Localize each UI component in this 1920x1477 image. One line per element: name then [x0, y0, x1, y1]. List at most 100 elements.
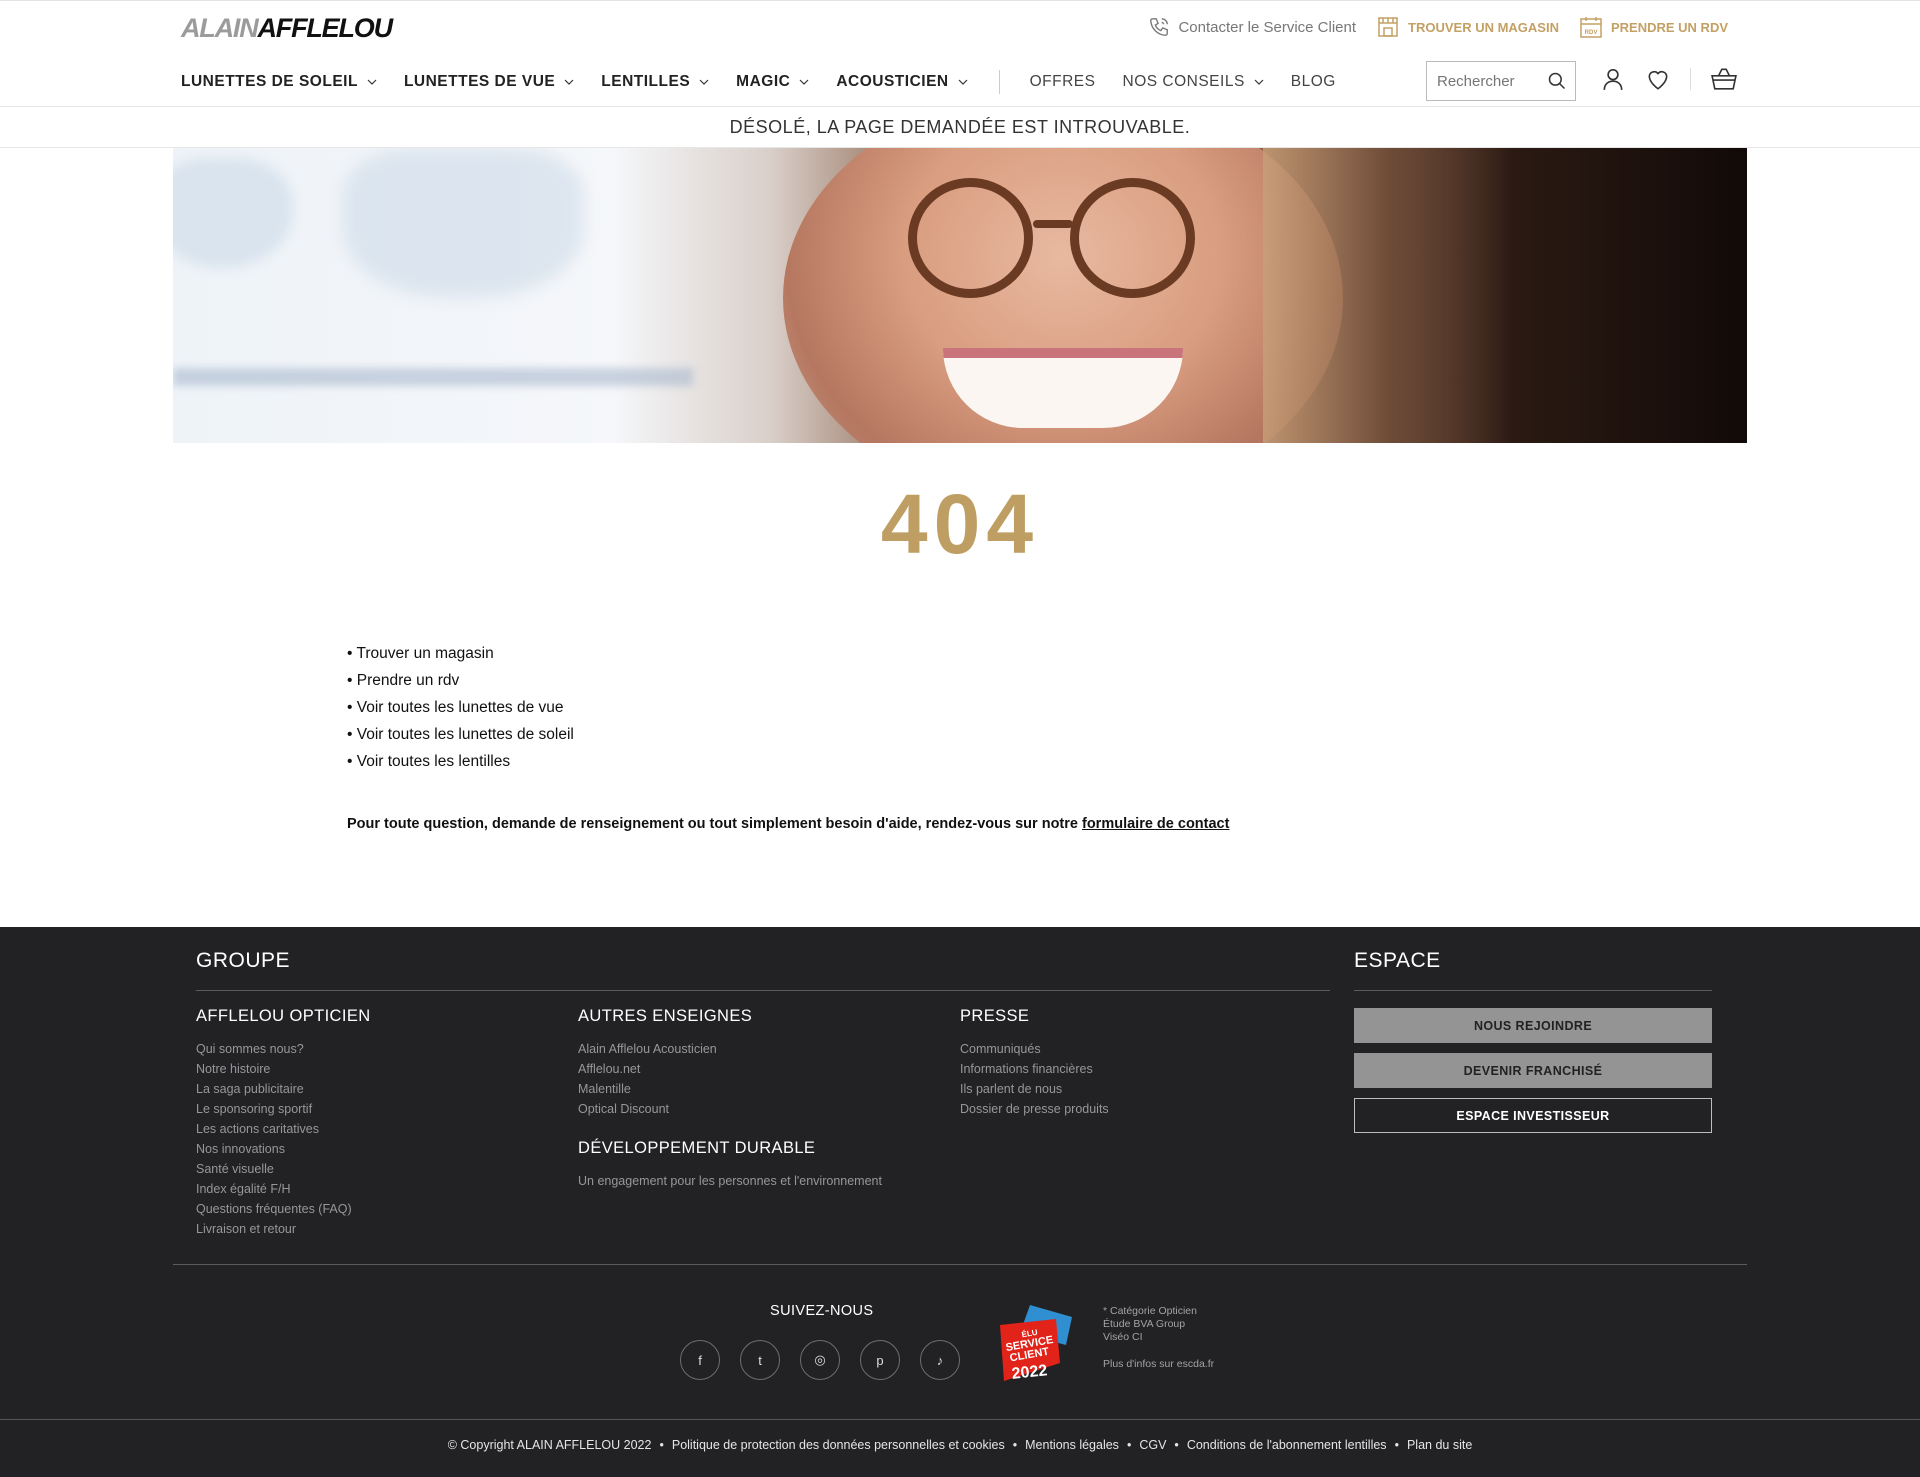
footer-link[interactable]: La saga publicitaire [196, 1079, 352, 1099]
quick-link-find-store[interactable]: • Trouver un magasin [347, 640, 574, 667]
footer-bottom-divider [0, 1419, 1920, 1420]
nav-item-lunettes-de-vue[interactable]: LUNETTES DE VUE [404, 73, 574, 91]
find-store-link[interactable]: TROUVER UN MAGASIN [1376, 15, 1559, 39]
footer-col-developpement-durable-links: Un engagement pour les personnes et l'en… [578, 1171, 882, 1191]
separator-dot: • [1394, 1438, 1399, 1452]
nav-item-label: BLOG [1290, 73, 1336, 90]
alain-afflelou-logo[interactable]: ALAIN AFFLELOU [181, 13, 394, 43]
quick-link-lunettes-vue[interactable]: • Voir toutes les lunettes de vue [347, 694, 574, 721]
error-message-banner: DÉSOLÉ, LA PAGE DEMANDÉE EST INTROUVABLE… [0, 107, 1920, 148]
footer-link[interactable]: Santé visuelle [196, 1159, 352, 1179]
footer-link[interactable]: Optical Discount [578, 1099, 717, 1119]
facebook-icon[interactable]: f [680, 1340, 720, 1380]
footer-link[interactable]: Afflelou.net [578, 1059, 717, 1079]
footer-col-autres-enseignes-title: AUTRES ENSEIGNES [578, 1007, 753, 1025]
search-input[interactable] [1437, 72, 1537, 90]
nav-menu: LUNETTES DE SOLEIL LUNETTES DE VUE LENTI… [181, 70, 1363, 94]
footer-link[interactable]: Nos innovations [196, 1139, 352, 1159]
help-text-body: Pour toute question, demande de renseign… [347, 816, 1082, 832]
privacy-policy-link[interactable]: Politique de protection des données pers… [672, 1438, 1005, 1452]
legal-links-bar: © Copyright ALAIN AFFLELOU 2022 • Politiqu… [0, 1438, 1920, 1452]
search-icon[interactable] [1547, 71, 1567, 91]
contact-form-link[interactable]: formulaire de contact [1082, 816, 1229, 832]
nav-divider [998, 70, 1000, 94]
book-appointment-label: PRENDRE UN RDV [1610, 19, 1728, 35]
nav-item-lunettes-de-soleil[interactable]: LUNETTES DE SOLEIL [181, 73, 377, 91]
contact-label: Contacter le Service Client [1178, 18, 1357, 36]
rdv-icon-text: RDV [1585, 30, 1598, 36]
separator-dot: • [659, 1438, 664, 1452]
top-bar: ALAIN AFFLELOU Contacter le Service Clien… [0, 0, 1920, 55]
nav-item-nos-conseils[interactable]: NOS CONSEILS [1123, 73, 1264, 91]
footer-link[interactable]: Dossier de presse produits [960, 1099, 1109, 1119]
social-links: f t ◎ p ♪ [680, 1340, 960, 1380]
footer-link[interactable]: Les actions caritatives [196, 1119, 352, 1139]
nav-item-label: LUNETTES DE VUE [403, 73, 556, 90]
footer-link[interactable]: Le sponsoring sportif [196, 1099, 352, 1119]
footer-link[interactable]: Un engagement pour les personnes et l'en… [578, 1171, 882, 1191]
nous-rejoindre-button[interactable]: NOUS REJOINDRE [1354, 1008, 1712, 1043]
footer-link[interactable]: Ils parlent de nous [960, 1079, 1109, 1099]
nav-icons [1600, 66, 1739, 92]
separator-dot: • [1126, 1438, 1132, 1452]
footer-link[interactable]: Informations financières [960, 1059, 1109, 1079]
footer-link[interactable]: Questions fréquentes (FAQ) [196, 1199, 352, 1219]
chevron-down-icon [367, 79, 377, 85]
footer-groupe-title: GROUPE [196, 949, 291, 972]
phone-icon [1150, 18, 1169, 36]
nav-item-label: NOS CONSEILS [1122, 73, 1245, 90]
footer-link[interactable]: Malentille [578, 1079, 717, 1099]
hero-blur-lens-right [343, 148, 583, 298]
footer-link[interactable]: Index égalité F/H [196, 1179, 352, 1199]
logo-text-light: ALAIN [181, 13, 259, 43]
footer-link[interactable]: Qui sommes nous? [196, 1039, 352, 1059]
nav-item-blog[interactable]: BLOG [1291, 73, 1336, 91]
footer-link[interactable]: Alain Afflelou Acousticien [578, 1039, 717, 1059]
footer-link[interactable]: Communiqués [960, 1039, 1109, 1059]
hero-image-woman-glasses [173, 148, 1747, 443]
instagram-icon[interactable]: ◎ [800, 1340, 840, 1380]
nav-item-magic[interactable]: MAGIC [736, 73, 809, 91]
nav-item-offres[interactable]: OFFRES [1030, 73, 1096, 91]
help-text: Pour toute question, demande de renseign… [347, 816, 1229, 832]
logo-text-dark: AFFLELOU [257, 13, 394, 43]
top-links: Contacter le Service Client TROUVER UN M… [1148, 15, 1728, 39]
quick-link-lunettes-soleil[interactable]: • Voir toutes les lunettes de soleil [347, 721, 574, 748]
sitemap-link[interactable]: Plan du site [1407, 1438, 1472, 1452]
tiktok-icon[interactable]: ♪ [920, 1340, 960, 1380]
award-note: * Catégorie Opticien Étude BVA Group Vis… [1103, 1305, 1214, 1371]
nav-item-label: MAGIC [736, 73, 791, 90]
search-box [1426, 61, 1576, 101]
wishlist-heart-icon[interactable] [1644, 66, 1672, 92]
chevron-down-icon [1254, 79, 1264, 85]
lens-subscription-terms-link[interactable]: Conditions de l'abonnement lentilles [1187, 1438, 1387, 1452]
nav-item-label: LENTILLES [601, 73, 691, 90]
espace-investisseur-button[interactable]: ESPACE INVESTISSEUR [1354, 1098, 1712, 1133]
footer-col-autres-enseignes-links: Alain Afflelou Acousticien Afflelou.net … [578, 1039, 717, 1119]
contact-service-client-link[interactable]: Contacter le Service Client [1148, 16, 1356, 38]
account-icon[interactable] [1600, 66, 1626, 92]
quick-link-lentilles[interactable]: • Voir toutes les lentilles [347, 748, 574, 775]
footer-link[interactable]: Notre histoire [196, 1059, 352, 1079]
nav-item-lentilles[interactable]: LENTILLES [601, 73, 709, 91]
chevron-down-icon [699, 79, 709, 85]
award-more-info-link[interactable]: Plus d'infos sur escda.fr [1103, 1358, 1214, 1371]
hero-glasses-bridge [1033, 220, 1073, 228]
book-appointment-link[interactable]: RDV PRENDRE UN RDV [1579, 15, 1728, 39]
twitter-icon[interactable]: t [740, 1340, 780, 1380]
award-note-line: * Catégorie Opticien [1103, 1305, 1197, 1317]
devenir-franchise-button[interactable]: DEVENIR FRANCHISÉ [1354, 1053, 1712, 1088]
footer-col-afflelou-opticien-title: AFFLELOU OPTICIEN [196, 1007, 371, 1025]
hero-glasses-right-lens [1070, 178, 1195, 298]
quick-link-book-rdv[interactable]: • Prendre un rdv [347, 667, 574, 694]
legal-notice-link[interactable]: Mentions légales [1025, 1438, 1119, 1452]
award-text-year: 2022 [1011, 1362, 1048, 1381]
cart-basket-icon[interactable] [1709, 66, 1739, 92]
chevron-down-icon [799, 79, 809, 85]
footer-link[interactable]: Livraison et retour [196, 1219, 352, 1239]
hero-blur-lens-left [173, 158, 293, 268]
cgv-link[interactable]: CGV [1139, 1438, 1166, 1452]
pinterest-icon[interactable]: p [860, 1340, 900, 1380]
calendar-rdv-icon: RDV [1580, 17, 1602, 38]
nav-item-acousticien[interactable]: ACOUSTICIEN [836, 73, 968, 91]
